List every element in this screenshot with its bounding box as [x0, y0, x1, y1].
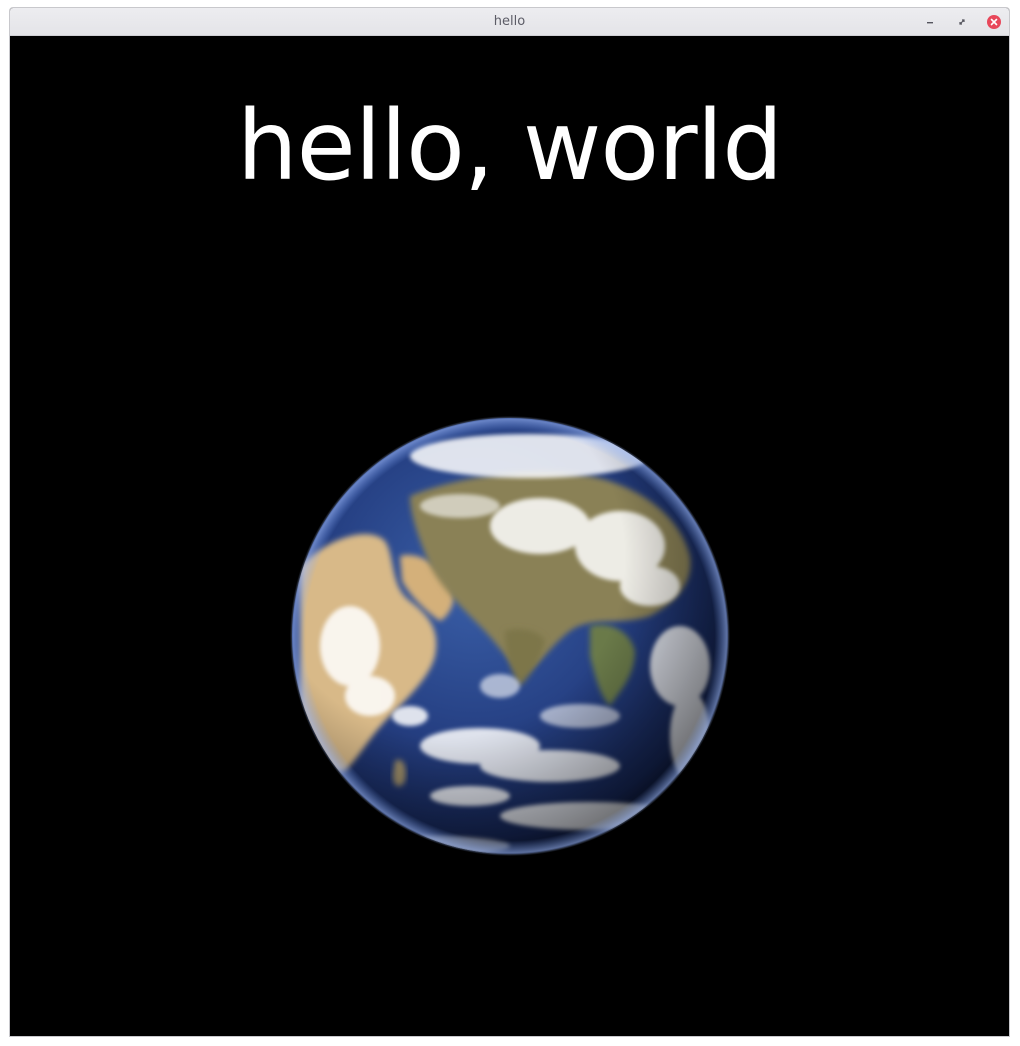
title-bar[interactable]: hello	[10, 8, 1009, 36]
hello-world-heading: hello, world	[236, 90, 783, 202]
app-window: hello hello, world	[9, 7, 1010, 1037]
minimize-button[interactable]	[922, 14, 938, 30]
minimize-icon	[927, 22, 933, 24]
earth-image	[290, 416, 730, 856]
window-title: hello	[493, 14, 526, 29]
close-button[interactable]	[986, 14, 1002, 30]
close-icon	[987, 15, 1001, 29]
restore-icon	[959, 19, 965, 25]
maximize-button[interactable]	[954, 14, 970, 30]
window-content: hello, world	[10, 36, 1009, 1036]
